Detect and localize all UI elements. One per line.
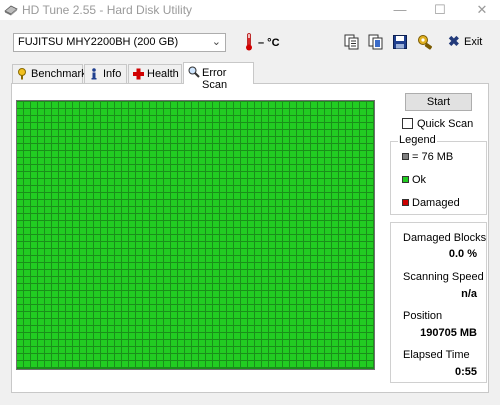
hard-disk-app-icon xyxy=(4,5,18,16)
legend-ok-label: Ok xyxy=(412,174,427,186)
drive-select-value: FUJITSU MHY2200BH (200 GB) xyxy=(18,36,179,48)
ok-swatch xyxy=(402,176,409,183)
block-grid xyxy=(17,101,374,369)
damaged-blocks-label: Damaged Blocks xyxy=(403,232,487,244)
elapsed-time-label: Elapsed Time xyxy=(403,349,470,361)
legend-title: Legend xyxy=(398,134,437,146)
exit-label: Exit xyxy=(464,36,483,48)
scanning-speed-value: n/a xyxy=(461,288,477,300)
copy-text-icon[interactable] xyxy=(344,34,360,50)
tab-benchmark[interactable]: Benchmark xyxy=(12,64,87,83)
minimize-button[interactable]: — xyxy=(385,0,415,20)
save-icon[interactable] xyxy=(392,34,408,50)
block-size-swatch xyxy=(402,153,409,160)
drive-select[interactable]: FUJITSU MHY2200BH (200 GB) ⌄ xyxy=(13,33,226,52)
tab-error-scan-label: Error Scan xyxy=(202,67,228,91)
elapsed-time-value: 0:55 xyxy=(454,366,477,378)
tab-benchmark-label: Benchmark xyxy=(31,68,87,80)
exit-icon: ✖ xyxy=(448,33,460,49)
legend-block-size-label: = 76 MB xyxy=(412,151,454,163)
copy-screenshot-icon[interactable] xyxy=(368,34,384,50)
tab-error-scan[interactable]: Error Scan xyxy=(183,62,254,91)
tab-health-label: Health xyxy=(147,68,179,80)
damaged-swatch xyxy=(402,199,409,206)
quick-scan-option[interactable]: Quick Scan xyxy=(402,118,482,132)
chevron-down-icon: ⌄ xyxy=(211,36,221,48)
temperature-readout: – °C xyxy=(258,37,280,49)
tab-info-label: Info xyxy=(103,68,122,80)
options-icon[interactable] xyxy=(417,34,433,50)
close-button[interactable]: ✕ xyxy=(467,0,497,20)
tab-info[interactable]: Info xyxy=(84,64,127,83)
thermometer-icon xyxy=(246,33,252,51)
position-value: 190705 MB xyxy=(420,327,477,339)
damaged-blocks-value: 0.0 % xyxy=(448,248,477,260)
legend-damaged-label: Damaged xyxy=(412,197,460,209)
title-bar: HD Tune 2.55 - Hard Disk Utility — ☐ ✕ xyxy=(0,0,500,20)
exit-button[interactable]: ✖ Exit xyxy=(448,34,488,51)
quick-scan-checkbox[interactable] xyxy=(402,118,413,129)
benchmark-icon xyxy=(18,68,26,80)
tab-health[interactable]: Health xyxy=(128,64,182,83)
scan-block-map xyxy=(16,100,375,370)
health-icon xyxy=(133,68,144,80)
scanning-speed-label: Scanning Speed xyxy=(403,271,484,283)
start-button[interactable]: Start xyxy=(405,93,472,111)
quick-scan-label: Quick Scan xyxy=(417,118,474,130)
info-icon xyxy=(91,68,97,80)
position-label: Position xyxy=(403,310,443,322)
magnifier-icon xyxy=(188,66,200,78)
maximize-button[interactable]: ☐ xyxy=(425,0,455,20)
window-title: HD Tune 2.55 - Hard Disk Utility xyxy=(22,3,193,17)
